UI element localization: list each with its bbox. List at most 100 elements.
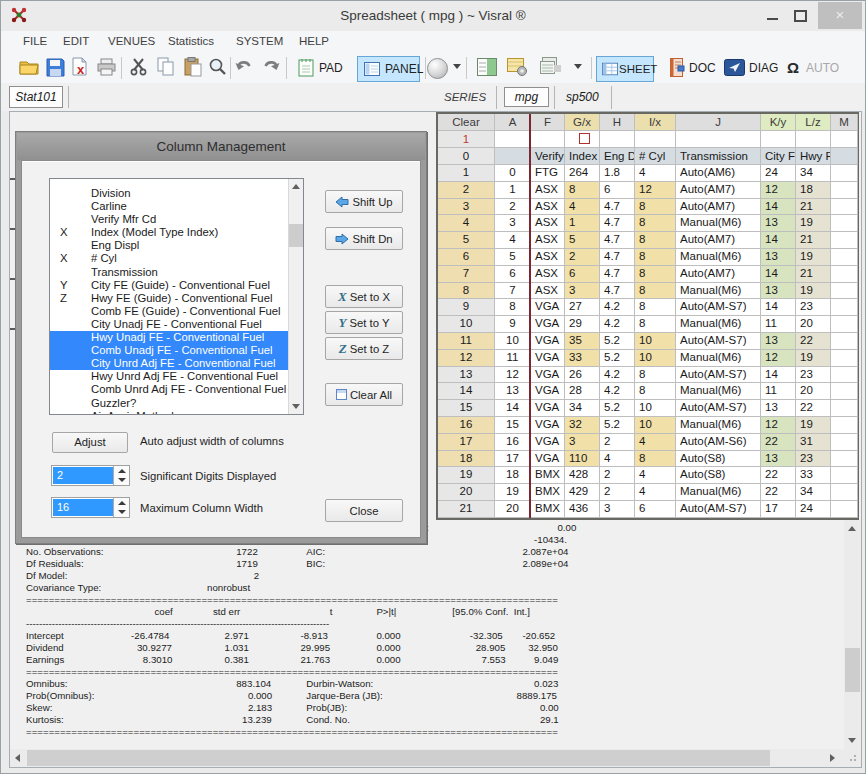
grid-cell[interactable] [831,249,858,266]
menu-edit[interactable]: EDIT [63,35,89,47]
grid-cell[interactable]: FTG [531,165,565,182]
grid-cell[interactable]: 10 [495,333,531,350]
grid-cell[interactable]: 8 [635,199,676,216]
grid-cell[interactable]: 14 [495,400,531,417]
grid-cell[interactable]: Auto(AM7) [676,199,761,216]
grid-cell[interactable]: ASX [531,266,565,283]
grid-cell[interactable] [831,434,858,451]
grid-cell[interactable]: 12 [761,182,796,199]
sig-digits-spinner[interactable]: 2 [51,465,130,486]
grid-cell[interactable]: 18 [796,182,831,199]
grid-cell[interactable]: Manual(M6) [676,249,761,266]
grid-cell[interactable]: 13 [761,400,796,417]
grid-cell[interactable]: 8 [635,383,676,400]
undo-icon[interactable] [234,58,254,79]
grid-cell[interactable]: 24 [761,165,796,182]
open-icon[interactable] [19,58,39,80]
grid-cell[interactable]: 13 [438,367,495,384]
grid-cell[interactable]: 4 [635,165,676,182]
grid-cell[interactable]: Auto(AM6) [676,165,761,182]
grid-cell[interactable] [796,131,831,148]
grid-cell[interactable]: 4.2 [600,383,635,400]
grid-cell[interactable]: VGA [531,350,565,367]
search-icon[interactable] [208,57,228,81]
grid-header-G/x[interactable]: G/x [565,114,600,131]
grid-cell[interactable]: 23 [796,299,831,316]
grid-cell[interactable]: 13 [761,333,796,350]
grid-cell[interactable]: Verify Mfr Cd [531,148,565,165]
grid-cell[interactable]: VGA [531,367,565,384]
grid-cell[interactable]: 1.8 [600,165,635,182]
grid-cell[interactable]: 264 [565,165,600,182]
grid-cell[interactable]: 8 [635,451,676,468]
column-list-item[interactable]: Hwy Unrd Adj FE - Conventional Fuel [50,370,288,383]
grid-cell[interactable]: 21 [796,199,831,216]
grid-cell[interactable] [831,383,858,400]
max-width-spin-buttons[interactable] [113,498,129,517]
grid-cell[interactable] [831,299,858,316]
grid-cell[interactable]: Auto(AM-S7) [676,501,761,518]
grid-cell[interactable]: 13 [495,383,531,400]
grid-cell[interactable] [831,484,858,501]
menu-system[interactable]: SYSTEM [236,35,283,47]
grid-cell[interactable]: Manual(M6) [676,215,761,232]
grid-cell[interactable]: Manual(M6) [676,417,761,434]
grid-cell[interactable] [831,232,858,249]
grid-cell[interactable]: 1 [565,215,600,232]
grid-cell[interactable]: 7 [495,283,531,300]
grid-cell[interactable]: 2 [495,199,531,216]
grid-cell[interactable]: 22 [761,467,796,484]
grid-cell[interactable]: Auto(AM7) [676,266,761,283]
grid-cell[interactable]: 16 [495,434,531,451]
grid-cell[interactable]: 8 [438,283,495,300]
grid-cell[interactable]: 22 [761,434,796,451]
tab-stat101[interactable]: Stat101 [9,86,63,108]
grid-cell[interactable] [831,283,858,300]
grid-cell[interactable]: 6 [438,249,495,266]
grid-cell[interactable] [831,451,858,468]
column-list-item[interactable]: Verify Mfr Cd [50,213,288,226]
grid-cell[interactable]: 5.2 [600,350,635,367]
doc-label[interactable]: DOC [689,61,716,75]
grid-header-L/z[interactable]: L/z [796,114,831,131]
grid-cell[interactable]: 8 [635,283,676,300]
grid-cell[interactable]: Auto(AM-S7) [676,367,761,384]
grid-cell[interactable]: 12 [761,350,796,367]
grid-cell[interactable] [831,316,858,333]
grid-cell[interactable]: 4.2 [600,299,635,316]
column-list-item[interactable]: XIndex (Model Type Index) [50,226,288,239]
column-list-item[interactable]: YCity FE (Guide) - Conventional Fuel [50,279,288,292]
grid-cell[interactable]: Manual(M6) [676,316,761,333]
maximize-button[interactable] [794,10,807,22]
grid-cell[interactable]: 4.7 [600,266,635,283]
grid-cell[interactable] [831,417,858,434]
grid-cell[interactable]: ASX [531,215,565,232]
grid-cell[interactable]: 20 [796,383,831,400]
grid-cell[interactable]: Auto(AM-S7) [676,299,761,316]
vertical-scrollbar[interactable] [844,520,861,749]
column-list-item[interactable]: City Unadj FE - Conventional Fuel [50,318,288,331]
grid-cell[interactable]: BMX [531,467,565,484]
menu-file[interactable]: FILE [23,35,47,47]
grid-cell[interactable] [831,215,858,232]
grid-cell[interactable]: 6 [565,266,600,283]
grid-cell[interactable]: 27 [565,299,600,316]
grid-cell[interactable]: 22 [796,400,831,417]
grid-cell[interactable]: BMX [531,484,565,501]
max-width-spinner[interactable]: 16 [51,497,130,518]
grid-cell[interactable]: 2 [438,182,495,199]
column-list-item[interactable]: Comb FE (Guide) - Conventional Fuel [50,305,288,318]
grid-cell[interactable]: 8 [565,182,600,199]
grid-cell[interactable]: ASX [531,249,565,266]
grid-cell[interactable]: VGA [531,434,565,451]
close-dialog-button[interactable]: Close [325,499,403,522]
grid-cell[interactable]: ASX [531,199,565,216]
grid-cell[interactable]: 0 [438,148,495,165]
grid-cell[interactable]: 17 [438,434,495,451]
grid-cell[interactable] [495,131,531,148]
grid-cell[interactable]: 3 [600,501,635,518]
grid-cell[interactable]: 8 [635,316,676,333]
grid-cell[interactable] [831,266,858,283]
grid-cell[interactable]: 8 [495,299,531,316]
grid-cell[interactable]: 33 [565,350,600,367]
